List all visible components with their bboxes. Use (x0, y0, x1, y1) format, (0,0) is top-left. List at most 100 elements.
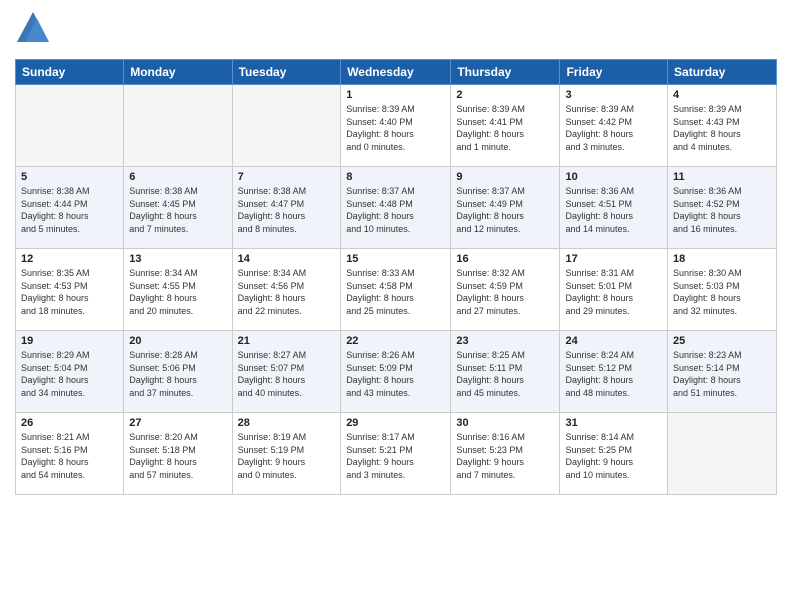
cell-text: Sunrise: 8:37 AMSunset: 4:48 PMDaylight:… (346, 185, 445, 235)
calendar-cell: 17 Sunrise: 8:31 AMSunset: 5:01 PMDayligh… (560, 249, 668, 331)
calendar-cell: 10 Sunrise: 8:36 AMSunset: 4:51 PMDayligh… (560, 167, 668, 249)
cell-text: Sunrise: 8:21 AMSunset: 5:16 PMDaylight:… (21, 431, 118, 481)
calendar-cell: 20 Sunrise: 8:28 AMSunset: 5:06 PMDayligh… (124, 331, 232, 413)
weekday-header: Saturday (668, 60, 777, 85)
cell-text: Sunrise: 8:36 AMSunset: 4:51 PMDaylight:… (565, 185, 662, 235)
cell-text: Sunrise: 8:39 AMSunset: 4:42 PMDaylight:… (565, 103, 662, 153)
cell-text: Sunrise: 8:39 AMSunset: 4:41 PMDaylight:… (456, 103, 554, 153)
day-number: 7 (238, 171, 336, 183)
calendar-cell: 19 Sunrise: 8:29 AMSunset: 5:04 PMDayligh… (16, 331, 124, 413)
cell-text: Sunrise: 8:32 AMSunset: 4:59 PMDaylight:… (456, 267, 554, 317)
calendar-cell: 6 Sunrise: 8:38 AMSunset: 4:45 PMDaylight… (124, 167, 232, 249)
calendar-cell: 29 Sunrise: 8:17 AMSunset: 5:21 PMDayligh… (341, 413, 451, 495)
calendar-cell: 14 Sunrise: 8:34 AMSunset: 4:56 PMDayligh… (232, 249, 341, 331)
cell-text: Sunrise: 8:16 AMSunset: 5:23 PMDaylight:… (456, 431, 554, 481)
cell-text: Sunrise: 8:30 AMSunset: 5:03 PMDaylight:… (673, 267, 771, 317)
day-number: 9 (456, 171, 554, 183)
logo-icon (15, 10, 51, 46)
cell-text: Sunrise: 8:24 AMSunset: 5:12 PMDaylight:… (565, 349, 662, 399)
calendar-cell (16, 85, 124, 167)
cell-text: Sunrise: 8:39 AMSunset: 4:40 PMDaylight:… (346, 103, 445, 153)
cell-text: Sunrise: 8:28 AMSunset: 5:06 PMDaylight:… (129, 349, 226, 399)
day-number: 28 (238, 417, 336, 429)
calendar-cell: 4Sunrise: 8:39 AMSunset: 4:43 PMDaylight… (668, 85, 777, 167)
day-number: 17 (565, 253, 662, 265)
cell-text: Sunrise: 8:35 AMSunset: 4:53 PMDaylight:… (21, 267, 118, 317)
weekday-header: Thursday (451, 60, 560, 85)
cell-text: Sunrise: 8:14 AMSunset: 5:25 PMDaylight:… (565, 431, 662, 481)
calendar-week-row: 19 Sunrise: 8:29 AMSunset: 5:04 PMDayligh… (16, 331, 777, 413)
calendar-week-row: 12 Sunrise: 8:35 AMSunset: 4:53 PMDayligh… (16, 249, 777, 331)
day-number: 30 (456, 417, 554, 429)
day-number: 14 (238, 253, 336, 265)
cell-text: Sunrise: 8:34 AMSunset: 4:56 PMDaylight:… (238, 267, 336, 317)
cell-text: Sunrise: 8:26 AMSunset: 5:09 PMDaylight:… (346, 349, 445, 399)
calendar-cell: 30 Sunrise: 8:16 AMSunset: 5:23 PMDayligh… (451, 413, 560, 495)
cell-text: Sunrise: 8:29 AMSunset: 5:04 PMDaylight:… (21, 349, 118, 399)
calendar-cell: 16Sunrise: 8:32 AMSunset: 4:59 PMDayligh… (451, 249, 560, 331)
calendar-week-row: 1 Sunrise: 8:39 AMSunset: 4:40 PMDaylight… (16, 85, 777, 167)
calendar-cell: 3Sunrise: 8:39 AMSunset: 4:42 PMDaylight… (560, 85, 668, 167)
day-number: 24 (565, 335, 662, 347)
calendar-week-row: 5 Sunrise: 8:38 AMSunset: 4:44 PMDaylight… (16, 167, 777, 249)
day-number: 10 (565, 171, 662, 183)
day-number: 19 (21, 335, 118, 347)
calendar-cell: 12 Sunrise: 8:35 AMSunset: 4:53 PMDayligh… (16, 249, 124, 331)
calendar-cell: 24 Sunrise: 8:24 AMSunset: 5:12 PMDayligh… (560, 331, 668, 413)
calendar-cell: 31 Sunrise: 8:14 AMSunset: 5:25 PMDayligh… (560, 413, 668, 495)
day-number: 27 (129, 417, 226, 429)
day-number: 15 (346, 253, 445, 265)
calendar-cell: 8 Sunrise: 8:37 AMSunset: 4:48 PMDaylight… (341, 167, 451, 249)
calendar-table: SundayMondayTuesdayWednesdayThursdayFrid… (15, 59, 777, 495)
cell-text: Sunrise: 8:25 AMSunset: 5:11 PMDaylight:… (456, 349, 554, 399)
day-number: 6 (129, 171, 226, 183)
calendar-cell: 15 Sunrise: 8:33 AMSunset: 4:58 PMDayligh… (341, 249, 451, 331)
calendar-cell: 9 Sunrise: 8:37 AMSunset: 4:49 PMDaylight… (451, 167, 560, 249)
calendar-cell: 13Sunrise: 8:34 AMSunset: 4:55 PMDayligh… (124, 249, 232, 331)
day-number: 18 (673, 253, 771, 265)
calendar-cell (232, 85, 341, 167)
calendar-cell: 21 Sunrise: 8:27 AMSunset: 5:07 PMDayligh… (232, 331, 341, 413)
weekday-header: Wednesday (341, 60, 451, 85)
cell-text: Sunrise: 8:36 AMSunset: 4:52 PMDaylight:… (673, 185, 771, 235)
day-number: 21 (238, 335, 336, 347)
calendar-week-row: 26 Sunrise: 8:21 AMSunset: 5:16 PMDayligh… (16, 413, 777, 495)
day-number: 29 (346, 417, 445, 429)
day-number: 31 (565, 417, 662, 429)
day-number: 11 (673, 171, 771, 183)
calendar-cell: 2 Sunrise: 8:39 AMSunset: 4:41 PMDaylight… (451, 85, 560, 167)
calendar-cell: 27 Sunrise: 8:20 AMSunset: 5:18 PMDayligh… (124, 413, 232, 495)
cell-text: Sunrise: 8:20 AMSunset: 5:18 PMDaylight:… (129, 431, 226, 481)
weekday-header: Sunday (16, 60, 124, 85)
cell-text: Sunrise: 8:38 AMSunset: 4:45 PMDaylight:… (129, 185, 226, 235)
calendar-cell: 23 Sunrise: 8:25 AMSunset: 5:11 PMDayligh… (451, 331, 560, 413)
day-number: 12 (21, 253, 118, 265)
day-number: 1 (346, 89, 445, 101)
day-number: 23 (456, 335, 554, 347)
day-number: 13 (129, 253, 226, 265)
calendar-cell: 22 Sunrise: 8:26 AMSunset: 5:09 PMDayligh… (341, 331, 451, 413)
weekday-header: Monday (124, 60, 232, 85)
day-number: 20 (129, 335, 226, 347)
calendar-cell: 28 Sunrise: 8:19 AMSunset: 5:19 PMDayligh… (232, 413, 341, 495)
cell-text: Sunrise: 8:31 AMSunset: 5:01 PMDaylight:… (565, 267, 662, 317)
weekday-header: Friday (560, 60, 668, 85)
calendar-header-row: SundayMondayTuesdayWednesdayThursdayFrid… (16, 60, 777, 85)
day-number: 8 (346, 171, 445, 183)
calendar-cell: 5 Sunrise: 8:38 AMSunset: 4:44 PMDaylight… (16, 167, 124, 249)
cell-text: Sunrise: 8:37 AMSunset: 4:49 PMDaylight:… (456, 185, 554, 235)
cell-text: Sunrise: 8:38 AMSunset: 4:47 PMDaylight:… (238, 185, 336, 235)
cell-text: Sunrise: 8:23 AMSunset: 5:14 PMDaylight:… (673, 349, 771, 399)
day-number: 26 (21, 417, 118, 429)
calendar-cell: 25Sunrise: 8:23 AMSunset: 5:14 PMDayligh… (668, 331, 777, 413)
cell-text: Sunrise: 8:38 AMSunset: 4:44 PMDaylight:… (21, 185, 118, 235)
day-number: 5 (21, 171, 118, 183)
cell-text: Sunrise: 8:17 AMSunset: 5:21 PMDaylight:… (346, 431, 445, 481)
cell-text: Sunrise: 8:39 AMSunset: 4:43 PMDaylight:… (673, 103, 771, 153)
cell-text: Sunrise: 8:19 AMSunset: 5:19 PMDaylight:… (238, 431, 336, 481)
day-number: 2 (456, 89, 554, 101)
day-number: 22 (346, 335, 445, 347)
cell-text: Sunrise: 8:27 AMSunset: 5:07 PMDaylight:… (238, 349, 336, 399)
cell-text: Sunrise: 8:33 AMSunset: 4:58 PMDaylight:… (346, 267, 445, 317)
logo (15, 10, 55, 51)
